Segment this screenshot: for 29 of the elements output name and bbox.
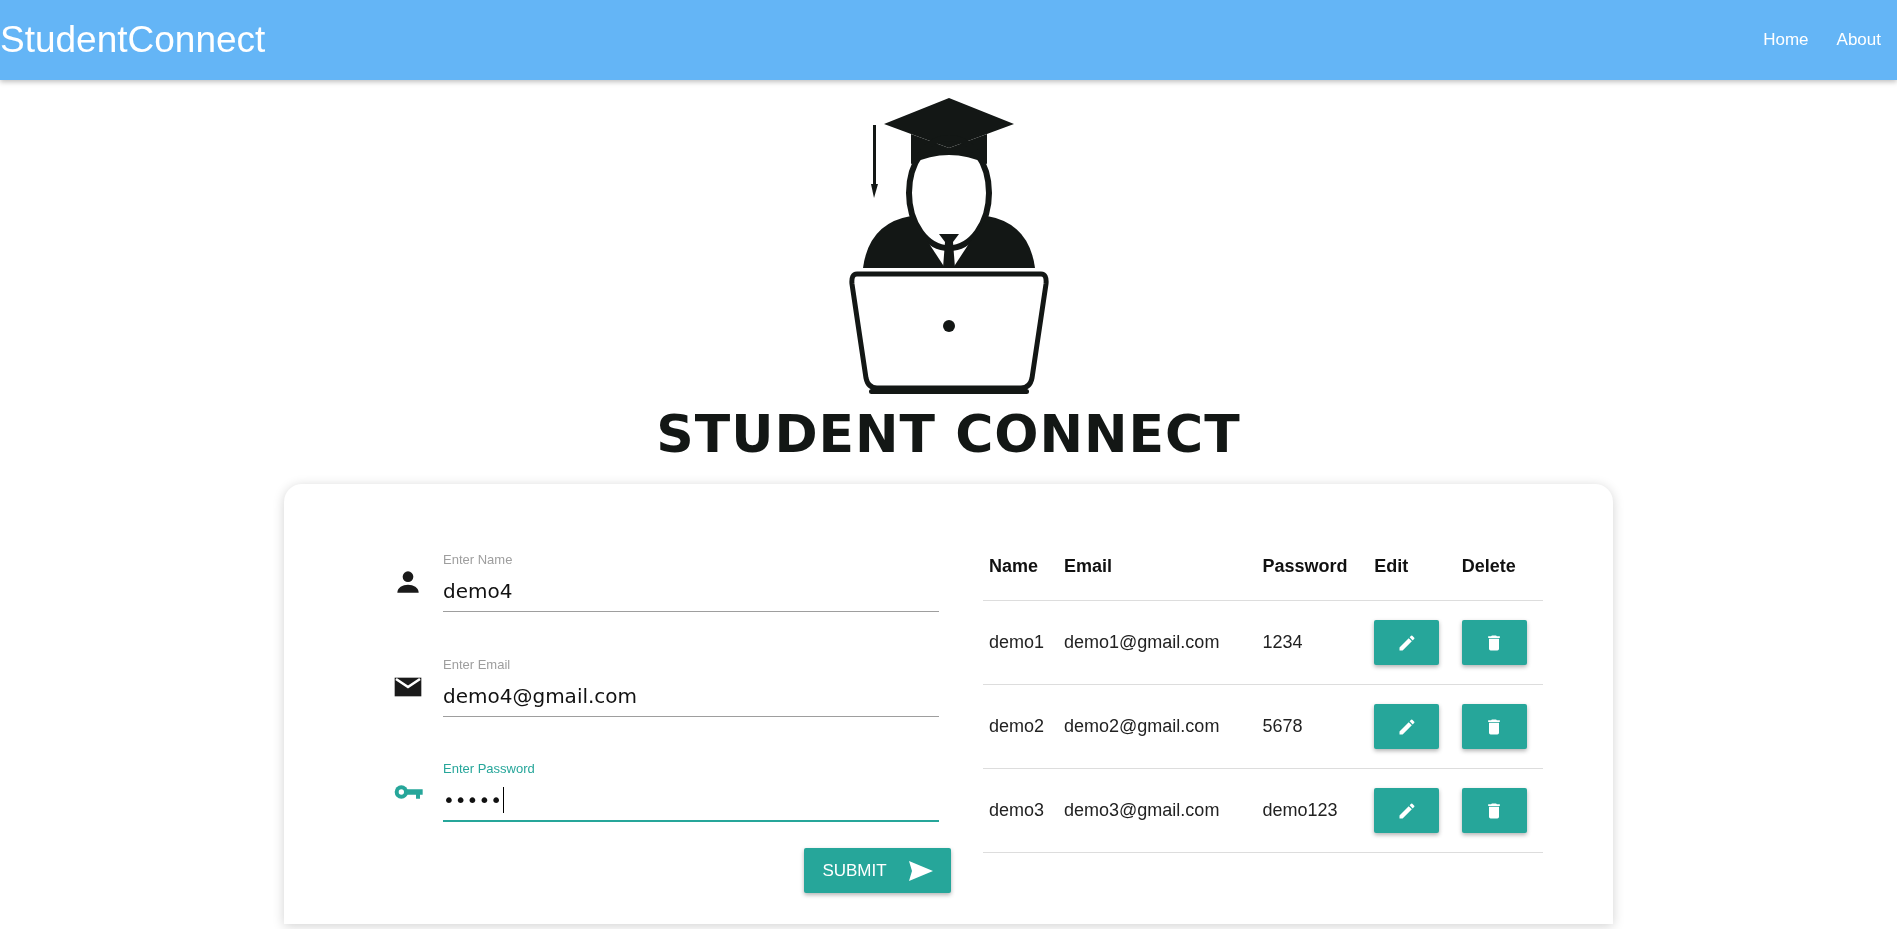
send-icon <box>908 860 933 881</box>
logo-text: STUDENT CONNECT <box>656 404 1241 464</box>
delete-button[interactable] <box>1461 788 1527 833</box>
column-header: Password <box>1256 532 1369 601</box>
input-field[interactable]: Enter Name demo4 <box>443 552 939 612</box>
table-cell: demo1 <box>983 600 1059 685</box>
submit-button[interactable]: SUBMIT <box>804 848 951 893</box>
table-cell: demo123 <box>1256 768 1369 853</box>
input-field[interactable]: Enter Password ••••• <box>443 761 939 822</box>
table-cell: 5678 <box>1256 684 1369 769</box>
column-header: Name <box>983 532 1059 601</box>
column-header: Email <box>1058 532 1257 601</box>
table-cell: demo3@gmail.com <box>1058 768 1257 853</box>
table-cell: 1234 <box>1256 600 1369 685</box>
table-cell: demo3 <box>983 768 1059 853</box>
delete-button[interactable] <box>1461 704 1527 749</box>
table-cell: demo1@gmail.com <box>1058 600 1257 685</box>
nav-link[interactable]: About <box>1836 30 1881 50</box>
delete-button[interactable] <box>1461 620 1527 665</box>
table-cell: demo2 <box>983 684 1059 769</box>
edit-button[interactable] <box>1374 620 1440 665</box>
edit-button[interactable] <box>1374 788 1440 833</box>
edit-button[interactable] <box>1374 704 1440 749</box>
brand-title[interactable]: StudentConnect <box>0 19 266 61</box>
nav-link[interactable]: Home <box>1763 30 1809 50</box>
column-header: Delete <box>1455 532 1543 601</box>
column-header: Edit <box>1368 532 1456 601</box>
table-cell: demo2@gmail.com <box>1058 684 1257 769</box>
input-field[interactable]: Enter Email demo4@gmail.com <box>443 657 939 717</box>
